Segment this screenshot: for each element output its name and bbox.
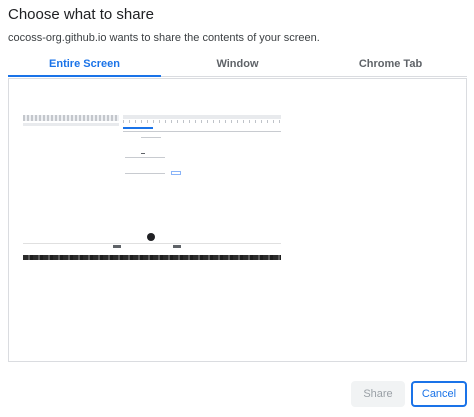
share-button[interactable]: Share bbox=[351, 381, 405, 407]
thumbnail-toolbar-strip-secondary bbox=[23, 123, 119, 126]
thumbnail-window-text bbox=[173, 245, 181, 248]
thumbnail-taskbar bbox=[23, 255, 281, 260]
thumbnail-browser-toolbar bbox=[123, 115, 281, 119]
thumbnail-text-line bbox=[125, 157, 165, 158]
tab-chrome-tab[interactable]: Chrome Tab bbox=[314, 54, 467, 76]
tab-window[interactable]: Window bbox=[161, 54, 314, 76]
thumbnail-avatar bbox=[147, 233, 155, 241]
thumbnail-browser-window bbox=[123, 115, 281, 185]
thumbnail-button bbox=[171, 171, 181, 175]
thumbnail-toolbar-strip bbox=[23, 115, 119, 121]
thumbnail-divider bbox=[123, 131, 281, 132]
thumbnail-active-tab-indicator bbox=[123, 127, 153, 129]
entire-screen-thumbnail[interactable] bbox=[23, 115, 281, 263]
thumbnail-text-line bbox=[141, 137, 161, 138]
thumbnail-browser-bookmarks bbox=[123, 120, 281, 123]
thumbnail-text-line bbox=[125, 173, 165, 174]
source-list-panel bbox=[8, 78, 467, 362]
thumbnail-window-text bbox=[113, 245, 121, 248]
dialog-title: Choose what to share bbox=[8, 6, 154, 23]
share-source-tabs: Entire Screen Window Chrome Tab bbox=[8, 54, 467, 77]
thumbnail-window-bar bbox=[23, 243, 281, 254]
dialog-subtitle: cocoss-org.github.io wants to share the … bbox=[8, 32, 320, 44]
thumbnail-text-line bbox=[141, 153, 145, 154]
cancel-button[interactable]: Cancel bbox=[411, 381, 467, 407]
tab-entire-screen[interactable]: Entire Screen bbox=[8, 54, 161, 77]
share-screen-dialog: Choose what to share cocoss-org.github.i… bbox=[0, 0, 474, 417]
